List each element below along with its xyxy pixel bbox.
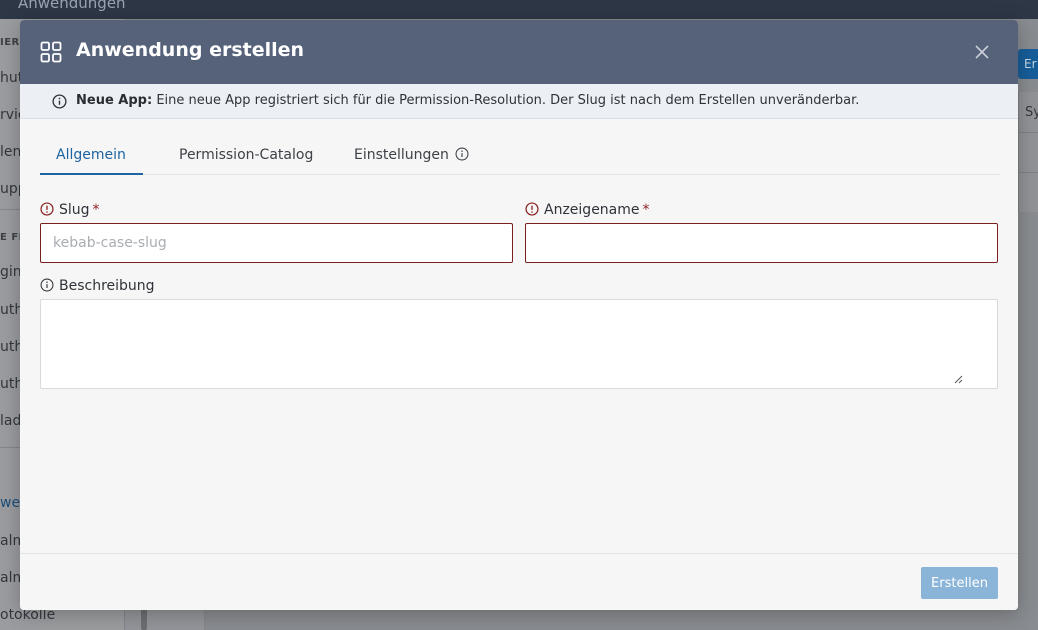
display-name-label: Anzeigename * <box>525 202 650 218</box>
background-topbar: Anwendungen <box>0 0 1038 19</box>
slug-input[interactable] <box>40 223 513 263</box>
create-app-dialog: Anwendung erstellen Neue App: Eine neue … <box>20 20 1018 610</box>
tab-allgemein[interactable]: Allgemein <box>40 138 143 175</box>
background-create-button: Er <box>1018 49 1038 79</box>
required-marker: * <box>92 202 100 218</box>
info-icon <box>52 94 67 109</box>
tab-permission-catalog[interactable]: Permission-Catalog <box>179 138 313 175</box>
background-sidebar-item: lad <box>0 413 22 429</box>
background-row-line <box>1019 132 1038 133</box>
display-name-label-text: Anzeigename <box>544 202 640 218</box>
required-marker: * <box>642 202 650 218</box>
tab-label: Allgemein <box>56 147 126 163</box>
error-icon <box>525 202 539 216</box>
tab-label: Permission-Catalog <box>179 147 314 163</box>
description-label-text: Beschreibung <box>59 278 155 294</box>
background-sidebar-item-active: we <box>0 495 21 511</box>
dialog-header: Anwendung erstellen <box>20 20 1018 84</box>
background-table-column: Sy <box>1018 92 1038 212</box>
info-icon <box>40 278 54 292</box>
banner-text: Neue App: Eine neue App registriert sich… <box>76 93 859 108</box>
tab-einstellungen[interactable]: Einstellungen <box>354 138 469 175</box>
tab-label: Einstellungen <box>354 147 449 163</box>
background-page-title: Anwendungen <box>18 0 126 12</box>
dialog-tabs: Allgemein Permission-Catalog Einstellung… <box>40 138 1000 175</box>
description-label: Beschreibung <box>40 278 155 294</box>
background-scrollbar <box>141 608 147 630</box>
resize-handle-icon[interactable] <box>954 375 963 384</box>
create-button[interactable]: Erstellen <box>921 567 998 599</box>
banner-message: Eine neue App registriert sich für die P… <box>156 93 860 108</box>
description-textarea[interactable] <box>40 299 998 389</box>
background-sidebar-item: len <box>0 144 22 160</box>
close-icon[interactable] <box>972 42 992 62</box>
slug-label-text: Slug <box>59 202 90 218</box>
banner-bold-label: Neue App: <box>76 93 153 108</box>
info-icon <box>455 147 469 161</box>
apps-grid-icon <box>40 41 62 63</box>
display-name-input[interactable] <box>525 223 998 263</box>
background-row-line <box>1019 172 1038 173</box>
slug-label: Slug * <box>40 202 100 218</box>
error-icon <box>40 202 54 216</box>
dialog-title: Anwendung erstellen <box>76 39 305 61</box>
background-column-header: Sy <box>1025 105 1038 120</box>
info-banner: Neue App: Eine neue App registriert sich… <box>20 84 1018 119</box>
dialog-footer: Erstellen <box>20 553 1018 610</box>
